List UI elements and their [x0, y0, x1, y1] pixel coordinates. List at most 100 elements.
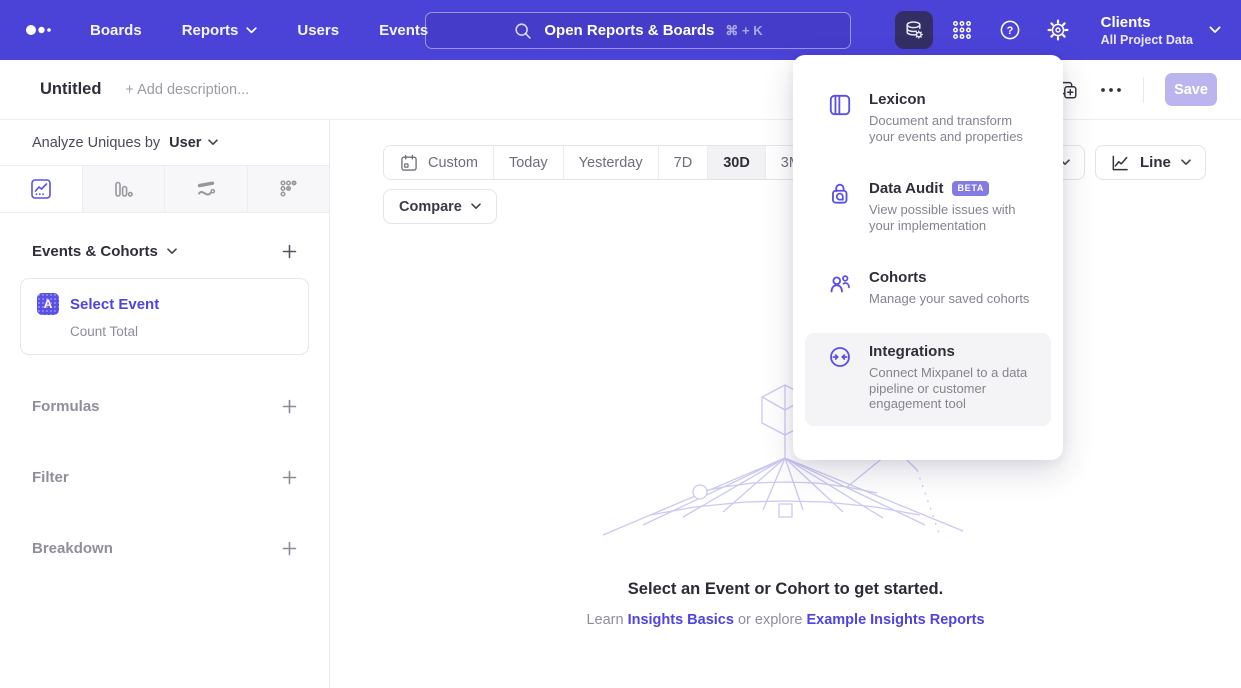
- report-canvas: Custom Today Yesterday 7D 30D 3M 6M Comp…: [330, 120, 1241, 688]
- nav-reports[interactable]: Reports: [182, 22, 258, 39]
- nav-boards-label: Boards: [90, 22, 142, 39]
- navbar-right-cluster: ? Clients All Projec: [895, 11, 1221, 49]
- report-title[interactable]: Untitled: [40, 80, 101, 99]
- chevron-down-icon: [471, 203, 481, 210]
- data-management-menu: Lexicon Document and transform your even…: [793, 55, 1063, 460]
- or-explore-text: or explore: [738, 612, 802, 628]
- nav-users-label: Users: [297, 22, 339, 39]
- tab-bar-chart[interactable]: [83, 166, 166, 212]
- cohorts-title: Cohorts: [869, 269, 927, 286]
- chevron-down-icon: [246, 27, 257, 34]
- plus-icon: [282, 541, 297, 556]
- settings-button[interactable]: [1039, 11, 1077, 49]
- beta-badge: BETA: [952, 181, 989, 196]
- chart-type-tabs: [0, 165, 329, 213]
- date-range-7d[interactable]: 7D: [659, 146, 709, 179]
- empty-state: Select an Event or Cohort to get started…: [330, 580, 1241, 628]
- database-gear-icon: [902, 18, 926, 42]
- insights-basics-link[interactable]: Insights Basics: [628, 612, 734, 628]
- empty-state-links: Learn Insights Basics or explore Example…: [330, 612, 1241, 628]
- chevron-down-icon: [167, 248, 177, 255]
- integrations-description: Connect Mixpanel to a data pipeline or c…: [869, 365, 1037, 412]
- line-chart-icon: [1110, 153, 1130, 173]
- events-cohorts-header[interactable]: Events & Cohorts: [32, 243, 297, 260]
- chart-type-dropdown[interactable]: Line: [1095, 145, 1206, 180]
- project-name: Clients: [1101, 14, 1193, 32]
- calendar-icon: [399, 153, 419, 173]
- data-audit-icon: [827, 181, 853, 207]
- nav-events[interactable]: Events: [379, 22, 428, 39]
- search-icon: [513, 21, 533, 41]
- chevron-down-icon: [1209, 26, 1221, 34]
- data-audit-description: View possible issues with your implement…: [869, 202, 1037, 233]
- add-description-field[interactable]: + Add description...: [125, 82, 249, 98]
- plus-icon: [282, 399, 297, 414]
- analyze-label: Analyze Uniques by: [32, 135, 160, 151]
- save-button[interactable]: Save: [1165, 73, 1217, 106]
- plus-icon: [282, 470, 297, 485]
- nav-boards[interactable]: Boards: [90, 22, 142, 39]
- add-formula-button[interactable]: [282, 399, 297, 414]
- menu-item-data-audit[interactable]: Data Audit BETA View possible issues wit…: [805, 170, 1051, 247]
- date-range-7d-label: 7D: [674, 155, 693, 171]
- project-switcher[interactable]: Clients All Project Data: [1101, 14, 1221, 47]
- query-builder-sidebar: Analyze Uniques by User: [0, 120, 330, 688]
- analyze-value-label: User: [169, 135, 201, 151]
- breakdown-label: Breakdown: [32, 540, 113, 557]
- nav-users[interactable]: Users: [297, 22, 339, 39]
- bar-chart-tab-icon: [111, 177, 135, 201]
- tab-line-chart[interactable]: [0, 166, 83, 212]
- select-event-card[interactable]: A Select Event Count Total: [20, 278, 309, 355]
- lexicon-icon: [827, 92, 853, 118]
- lexicon-description: Document and transform your events and p…: [869, 113, 1037, 144]
- add-filter-button[interactable]: [282, 470, 297, 485]
- add-breakdown-button[interactable]: [282, 541, 297, 556]
- date-range-yesterday[interactable]: Yesterday: [564, 146, 659, 179]
- more-options-button[interactable]: [1100, 87, 1122, 93]
- search-placeholder: Open Reports & Boards: [544, 22, 714, 39]
- example-insights-reports-link[interactable]: Example Insights Reports: [806, 612, 984, 628]
- add-event-button[interactable]: [282, 244, 297, 259]
- filter-section: Filter: [32, 462, 297, 492]
- ellipsis-icon: [1100, 87, 1122, 93]
- empty-state-title: Select an Event or Cohort to get started…: [330, 580, 1241, 599]
- date-range-30d[interactable]: 30D: [708, 146, 766, 179]
- lexicon-title: Lexicon: [869, 91, 926, 108]
- cohorts-icon: [827, 270, 853, 296]
- plus-icon: [282, 244, 297, 259]
- menu-item-cohorts[interactable]: Cohorts Manage your saved cohorts: [805, 259, 1051, 321]
- help-icon: ?: [998, 18, 1022, 42]
- apps-grid-button[interactable]: [943, 11, 981, 49]
- chevron-down-icon: [1181, 159, 1191, 166]
- analyze-by-dropdown[interactable]: User: [169, 135, 218, 151]
- header-divider: [1143, 77, 1144, 103]
- date-range-custom[interactable]: Custom: [384, 146, 494, 179]
- chevron-down-icon: [208, 139, 218, 146]
- integrations-icon: [827, 344, 853, 370]
- tab-retention[interactable]: [248, 166, 330, 212]
- cohorts-description: Manage your saved cohorts: [869, 291, 1029, 307]
- gear-icon: [1046, 18, 1070, 42]
- tab-flows[interactable]: [165, 166, 248, 212]
- app-window: Boards Reports Users Events Open Reports…: [0, 0, 1241, 688]
- compare-dropdown[interactable]: Compare: [383, 189, 497, 224]
- breakdown-section: Breakdown: [32, 533, 297, 563]
- date-range-today[interactable]: Today: [494, 146, 564, 179]
- menu-item-integrations[interactable]: Integrations Connect Mixpanel to a data …: [805, 333, 1051, 426]
- menu-item-lexicon[interactable]: Lexicon Document and transform your even…: [805, 81, 1051, 158]
- help-button[interactable]: ?: [991, 11, 1029, 49]
- integrations-title: Integrations: [869, 343, 955, 360]
- mixpanel-logo-icon[interactable]: [24, 18, 54, 42]
- apps-grid-icon: [950, 18, 974, 42]
- global-search-input[interactable]: Open Reports & Boards ⌘ + K: [425, 12, 851, 49]
- project-scope: All Project Data: [1101, 33, 1193, 47]
- nav-reports-label: Reports: [182, 22, 239, 39]
- select-event-label[interactable]: Select Event: [70, 296, 159, 313]
- filter-label: Filter: [32, 469, 69, 486]
- learn-prefix: Learn: [586, 612, 623, 628]
- date-range-custom-label: Custom: [428, 155, 478, 171]
- events-cohorts-title: Events & Cohorts: [32, 243, 158, 260]
- data-management-button[interactable]: [895, 11, 933, 49]
- event-letter-badge: A: [37, 293, 59, 315]
- count-total-label[interactable]: Count Total: [70, 324, 292, 339]
